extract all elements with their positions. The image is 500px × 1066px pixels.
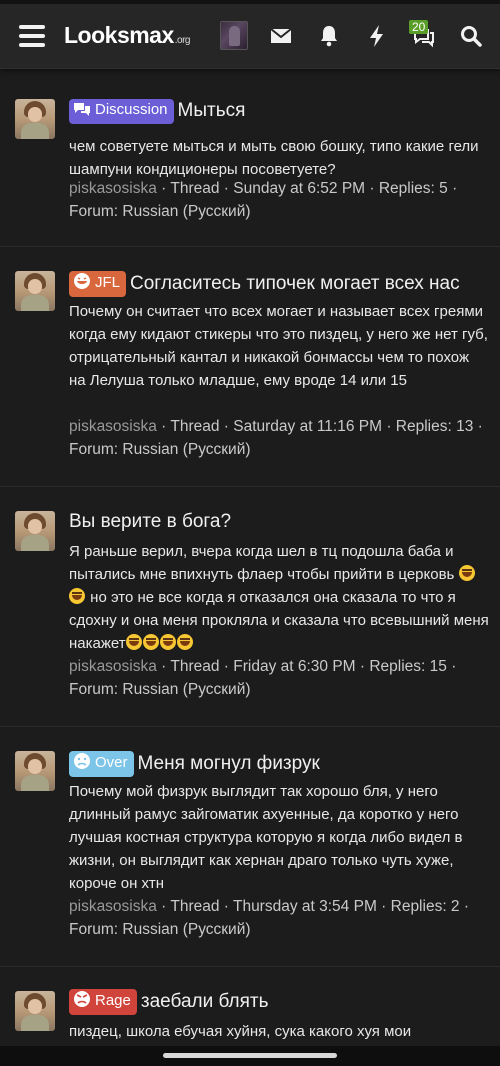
author-avatar[interactable]: [15, 511, 55, 551]
thread-meta: piskasosiska · Thread · Friday at 6:30 P…: [69, 655, 489, 701]
author-avatar[interactable]: [15, 271, 55, 311]
thread-title-text[interactable]: Согласитесь типочек могает всех нас: [130, 273, 460, 294]
chat-icon: [73, 101, 91, 123]
author-avatar[interactable]: [15, 99, 55, 139]
thread-title-text[interactable]: Вы верите в бога?: [69, 511, 231, 532]
logo-text: Looksmax: [64, 22, 174, 48]
thread-snippet[interactable]: чем советуете мыться и мыть свою бошку, …: [69, 135, 489, 181]
menu-icon[interactable]: [19, 25, 45, 47]
author-link[interactable]: piskasosiska: [69, 898, 157, 915]
laughing-emoji-icon: [125, 634, 142, 650]
site-logo[interactable]: Looksmax.org: [64, 22, 191, 49]
laughing-emoji-icon: [142, 634, 159, 650]
thread-meta: piskasosiska · Thread · Sunday at 6:52 P…: [69, 177, 489, 223]
thread-title-text[interactable]: Меня могнул физрук: [138, 753, 320, 774]
thread-title[interactable]: Вы верите в бога?: [69, 511, 231, 533]
thread-list-item[interactable]: Over Меня могнул физрук Почему мой физрук…: [0, 727, 500, 967]
top-navigation-bar: Looksmax.org 20: [0, 0, 500, 69]
user-avatar[interactable]: [220, 21, 248, 50]
thread-list-item[interactable]: Вы верите в бога? Я раньше верил, вчера …: [0, 487, 500, 727]
thread-title-text[interactable]: Мыться: [178, 100, 246, 121]
author-avatar[interactable]: [15, 991, 55, 1031]
sad-face-icon: [73, 752, 91, 776]
author-link[interactable]: piskasosiska: [69, 180, 157, 197]
thread-list-item[interactable]: JFL Согласитесь типочек могает всех нас П…: [0, 247, 500, 487]
thread-title-text[interactable]: заебали блять: [141, 991, 269, 1012]
bolt-icon[interactable]: [363, 22, 391, 50]
prefix-badge-jfl[interactable]: JFL: [69, 271, 127, 297]
thread-list-item[interactable]: Rage заебали блять пиздец, школа ебучая х…: [0, 967, 500, 1046]
thread-meta: piskasosiska · Thread · Thursday at 3:54…: [69, 895, 489, 941]
prefix-badge-discussion[interactable]: Discussion: [69, 99, 174, 124]
thread-title[interactable]: Rage заебали блять: [69, 989, 269, 1015]
prefix-badge-rage[interactable]: Rage: [69, 989, 137, 1015]
notification-count-badge: 20: [409, 20, 429, 34]
author-link[interactable]: piskasosiska: [69, 418, 157, 435]
laughing-emoji-icon: [176, 634, 193, 650]
thread-snippet[interactable]: пиздец, школа ебучая хуйня, сука какого …: [69, 1020, 489, 1043]
author-avatar[interactable]: [15, 751, 55, 791]
thread-snippet[interactable]: Я раньше верил, вчера когда шел в тц под…: [69, 540, 489, 655]
bell-icon[interactable]: [315, 22, 343, 50]
envelope-icon[interactable]: [267, 22, 295, 50]
laugh-icon: [73, 272, 91, 296]
thread-snippet[interactable]: Почему мой физрук выглядит так хорошо бл…: [69, 780, 489, 895]
thread-title[interactable]: JFL Согласитесь типочек могает всех нас: [69, 271, 460, 297]
author-link[interactable]: piskasosiska: [69, 658, 157, 675]
thread-meta: piskasosiska · Thread · Saturday at 11:1…: [69, 415, 489, 461]
search-icon[interactable]: [457, 22, 485, 50]
thread-snippet[interactable]: Почему он считает что всех могает и назы…: [69, 300, 489, 392]
prefix-badge-over[interactable]: Over: [69, 751, 134, 777]
laughing-emoji-icon: [69, 588, 85, 604]
angry-face-icon: [73, 990, 91, 1014]
laughing-emoji-icon: [159, 634, 176, 650]
status-strip: [0, 0, 500, 4]
thread-title[interactable]: Discussion Мыться: [69, 99, 245, 124]
home-gesture-pill[interactable]: [163, 1053, 337, 1058]
laughing-emoji-icon: [458, 565, 475, 581]
thread-title[interactable]: Over Меня могнул физрук: [69, 751, 320, 777]
thread-list-item[interactable]: Discussion Мыться чем советуете мыться и …: [0, 80, 500, 247]
logo-suffix: .org: [174, 35, 191, 46]
